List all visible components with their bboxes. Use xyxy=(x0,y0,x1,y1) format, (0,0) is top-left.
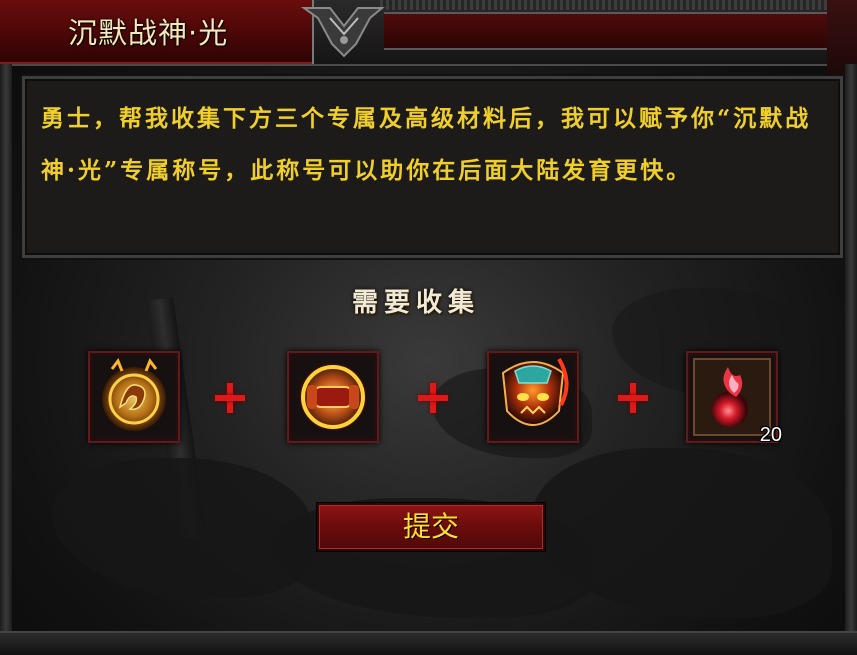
demon-mask-icon xyxy=(501,357,569,426)
bottom-frame-border xyxy=(0,631,857,655)
rock-shape xyxy=(52,458,312,598)
left-frame-border xyxy=(0,64,12,655)
plus-icon xyxy=(618,383,648,413)
top-ornament-pattern xyxy=(380,0,857,10)
item-slot-fiery-scroll[interactable] xyxy=(287,351,379,443)
quest-panel: 沉默战神·光 勇士，帮我收集下方三个专属及高级材料后，我可以赋予你“沉默战神·光… xyxy=(0,0,857,655)
header-red-strip xyxy=(384,12,846,50)
plus-icon xyxy=(215,383,245,413)
item-slot-demon-mask[interactable] xyxy=(487,351,579,443)
description-box: 勇士，帮我收集下方三个专属及高级材料后，我可以赋予你“沉默战神·光”专属称号，此… xyxy=(22,76,843,258)
title-tab: 沉默战神·光 xyxy=(0,0,314,64)
item-slot-dragon-medallion[interactable] xyxy=(88,351,180,443)
dragon-medallion-icon xyxy=(102,357,166,431)
right-frame-border xyxy=(845,64,857,655)
submit-button[interactable]: 提交 xyxy=(317,503,545,551)
collect-heading: 需要收集 xyxy=(352,288,481,318)
description-text: 勇士，帮我收集下方三个专属及高级材料后，我可以赋予你“沉默战神·光”专属称号，此… xyxy=(41,105,812,184)
window-title: 沉默战神·光 xyxy=(68,16,229,50)
fiery-scroll-icon xyxy=(299,363,367,431)
submit-button-label: 提交 xyxy=(402,510,459,543)
title-ornament-icon xyxy=(300,7,385,58)
item-count: 20 xyxy=(759,424,782,446)
plus-icon xyxy=(418,383,448,413)
item-slot-red-flame-orb[interactable]: 20 xyxy=(686,351,782,446)
